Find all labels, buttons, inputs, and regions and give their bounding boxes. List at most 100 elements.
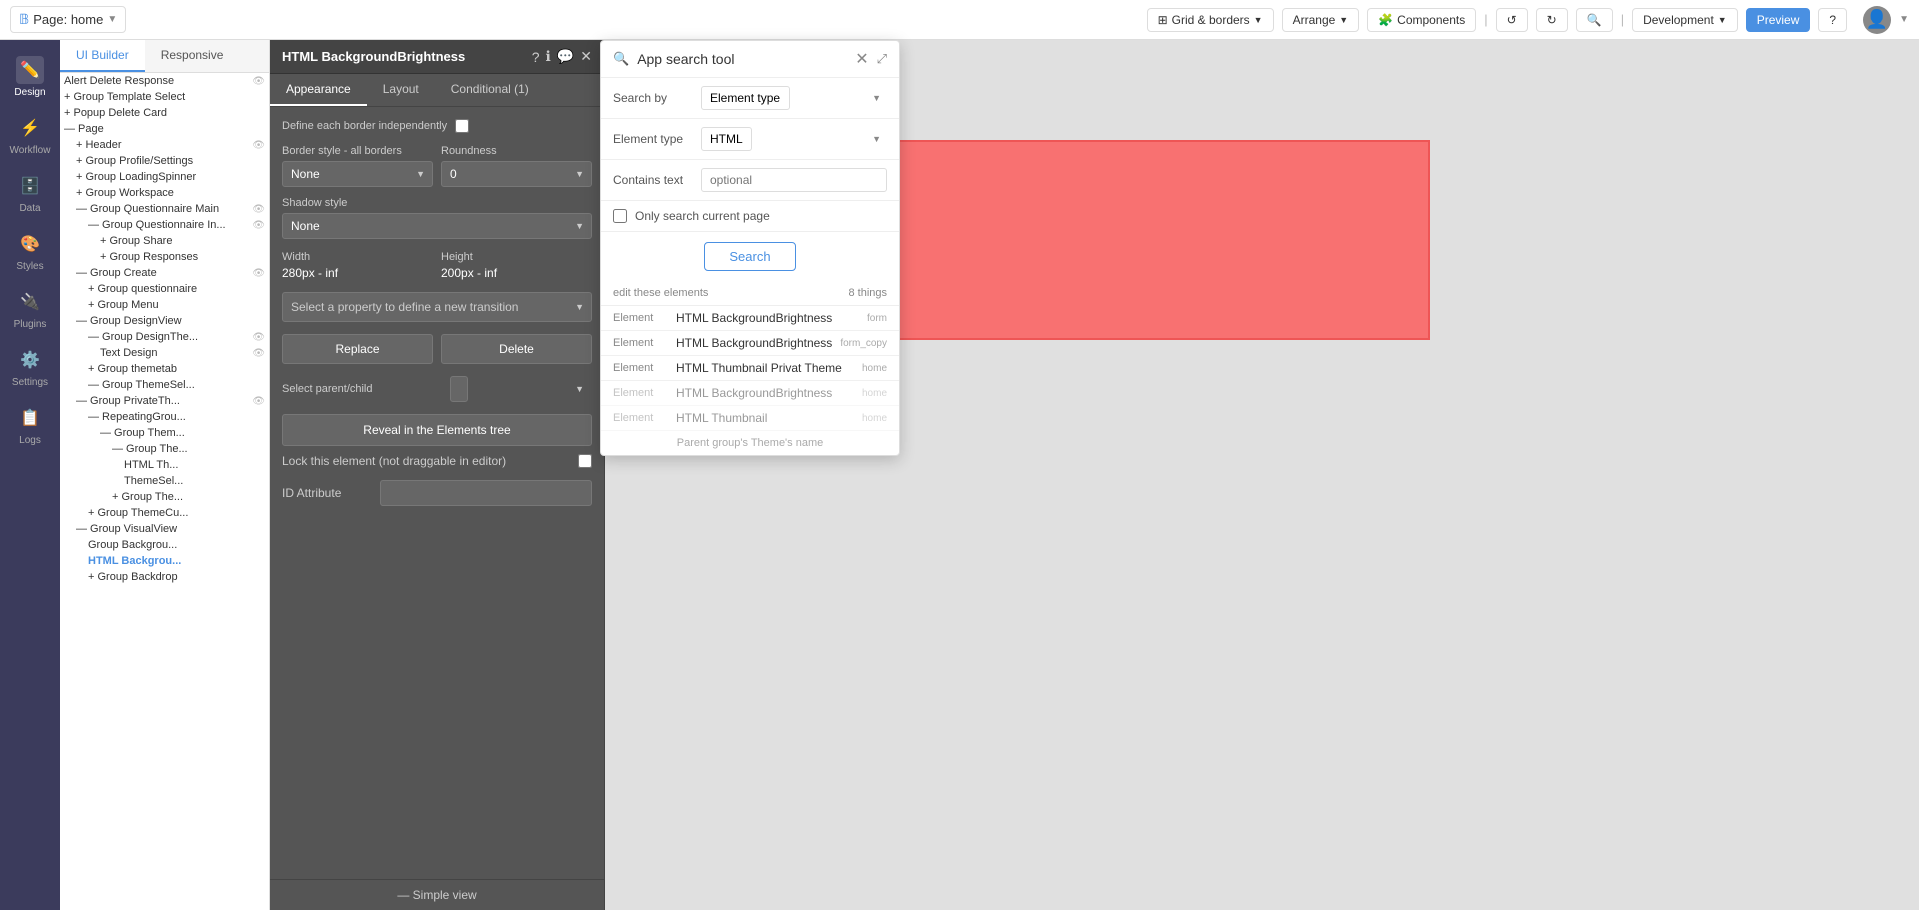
- visibility-icon[interactable]: 👁: [252, 332, 265, 343]
- tree-item[interactable]: — Group PrivateTh...👁: [60, 393, 269, 409]
- sidebar-item-settings[interactable]: ⚙️ Settings: [0, 338, 60, 396]
- avatar[interactable]: 👤: [1863, 6, 1891, 34]
- search-result-row[interactable]: ElementHTML BackgroundBrightnessform_cop…: [601, 331, 899, 356]
- search-execute-button[interactable]: Search: [704, 242, 795, 271]
- search-by-select[interactable]: Element type: [701, 86, 790, 110]
- transition-select[interactable]: Select a property to define a new transi…: [282, 292, 592, 322]
- tree-item[interactable]: — Group The...: [60, 441, 269, 457]
- info-icon[interactable]: ℹ: [546, 48, 551, 65]
- tree-item[interactable]: + Group Share: [60, 233, 269, 249]
- shadow-select[interactable]: None: [282, 213, 592, 239]
- tab-layout[interactable]: Layout: [367, 74, 435, 106]
- tree-item[interactable]: + Group The...: [60, 489, 269, 505]
- grid-borders-button[interactable]: ⊞ Grid & borders ▼: [1147, 8, 1274, 32]
- tree-item[interactable]: + Group Template Select: [60, 89, 269, 105]
- lock-checkbox[interactable]: [578, 454, 592, 468]
- tab-appearance[interactable]: Appearance: [270, 74, 367, 106]
- page-selector[interactable]: 𝔹 Page: home ▼: [10, 6, 126, 33]
- tree-item[interactable]: — Group Questionnaire In...👁: [60, 217, 269, 233]
- arrange-button[interactable]: Arrange ▼: [1282, 8, 1360, 32]
- search-result-row[interactable]: ElementHTML Thumbnailhome: [601, 406, 899, 431]
- tree-item[interactable]: + Group Menu: [60, 297, 269, 313]
- tree-item[interactable]: + Group ThemeCu...: [60, 505, 269, 521]
- tree-item[interactable]: + Group Responses: [60, 249, 269, 265]
- sidebar-item-plugins[interactable]: 🔌 Plugins: [0, 280, 60, 338]
- sidebar-item-data[interactable]: 🗄️ Data: [0, 164, 60, 222]
- element-type-select[interactable]: HTML: [701, 127, 752, 151]
- search-result-row[interactable]: ElementHTML Thumbnail Privat Themehome: [601, 356, 899, 381]
- border-style-label: Border style - all borders: [282, 145, 433, 157]
- visibility-icon[interactable]: 👁: [252, 268, 265, 279]
- tree-item[interactable]: — Group ThemeSel...: [60, 377, 269, 393]
- tree-item-label: + Group Template Select: [64, 91, 185, 103]
- tree-item[interactable]: — Group DesignView: [60, 313, 269, 329]
- preview-button[interactable]: Preview: [1746, 8, 1811, 32]
- tree-item[interactable]: — Group Create👁: [60, 265, 269, 281]
- visibility-icon[interactable]: 👁: [252, 76, 265, 87]
- tree-item[interactable]: Group Backgrou...: [60, 537, 269, 553]
- replace-button[interactable]: Replace: [282, 334, 433, 364]
- visibility-icon[interactable]: 👁: [252, 396, 265, 407]
- roundness-select[interactable]: 0: [441, 161, 592, 187]
- tree-item[interactable]: — RepeatingGrou...: [60, 409, 269, 425]
- chevron-down-icon: ▼: [1899, 14, 1909, 25]
- tree-item[interactable]: — Group Questionnaire Main 👁: [60, 201, 269, 217]
- tree-item[interactable]: ThemeSel...: [60, 473, 269, 489]
- sidebar-item-styles[interactable]: 🎨 Styles: [0, 222, 60, 280]
- search-modal-close-button[interactable]: ✕: [855, 49, 868, 69]
- parent-child-select[interactable]: [450, 376, 468, 402]
- visibility-icon[interactable]: 👁: [252, 204, 265, 215]
- visibility-icon[interactable]: 👁: [252, 220, 265, 231]
- tab-ui-builder[interactable]: UI Builder: [60, 40, 145, 72]
- only-current-page-checkbox[interactable]: [613, 209, 627, 223]
- tab-conditional[interactable]: Conditional (1): [435, 74, 545, 106]
- tree-item[interactable]: + Group themetab: [60, 361, 269, 377]
- define-border-checkbox[interactable]: [455, 119, 469, 133]
- visibility-icon[interactable]: 👁: [252, 348, 265, 359]
- redo-button[interactable]: ↻: [1536, 8, 1568, 32]
- search-result-row[interactable]: ElementHTML BackgroundBrightnesshome: [601, 381, 899, 406]
- tree-item[interactable]: HTML Th...: [60, 457, 269, 473]
- delete-button[interactable]: Delete: [441, 334, 592, 364]
- reveal-button[interactable]: Reveal in the Elements tree: [282, 414, 592, 446]
- development-button[interactable]: Development ▼: [1632, 8, 1738, 32]
- tree-item[interactable]: HTML Backgrou...: [60, 553, 269, 569]
- tree-item[interactable]: + Group questionnaire: [60, 281, 269, 297]
- tree-item[interactable]: Alert Delete Response👁: [60, 73, 269, 89]
- components-button[interactable]: 🧩 Components: [1367, 8, 1476, 32]
- sidebar-item-workflow[interactable]: ⚡ Workflow: [0, 106, 60, 164]
- tree-item[interactable]: + Group Backdrop: [60, 569, 269, 585]
- prop-title: HTML BackgroundBrightness: [282, 49, 524, 64]
- id-attribute-input[interactable]: [380, 480, 592, 506]
- tree-item[interactable]: — Group VisualView: [60, 521, 269, 537]
- tree-item-label: — Group Questionnaire Main: [76, 203, 219, 215]
- html-background-brightness-element[interactable]: [870, 140, 1430, 340]
- search-result-row[interactable]: ElementHTML BackgroundBrightnessform: [601, 306, 899, 331]
- border-style-select[interactable]: None: [282, 161, 433, 187]
- tree-item[interactable]: + Group Profile/Settings: [60, 153, 269, 169]
- tree-item[interactable]: — Page: [60, 121, 269, 137]
- sidebar-item-logs[interactable]: 📋 Logs: [0, 396, 60, 454]
- sidebar-item-design[interactable]: ✏️ Design: [0, 48, 60, 106]
- tree-item[interactable]: Text Design👁: [60, 345, 269, 361]
- simple-view-button[interactable]: — Simple view: [270, 879, 604, 910]
- tree-item[interactable]: + Popup Delete Card: [60, 105, 269, 121]
- expand-icon[interactable]: ⤢: [877, 51, 887, 67]
- search-button[interactable]: 🔍: [1576, 8, 1613, 32]
- tree-item[interactable]: — Group DesignThe...👁: [60, 329, 269, 345]
- visibility-icon[interactable]: 👁: [252, 140, 265, 151]
- define-border-row: Define each border independently: [282, 119, 592, 133]
- close-icon[interactable]: ✕: [580, 48, 592, 65]
- tree-item[interactable]: + Group Workspace: [60, 185, 269, 201]
- tree-item[interactable]: — Group Them...: [60, 425, 269, 441]
- tree-item[interactable]: + Header👁: [60, 137, 269, 153]
- contains-text-input[interactable]: [701, 168, 887, 192]
- help-button[interactable]: ?: [1818, 8, 1847, 32]
- tree-item-label: + Group The...: [112, 491, 183, 503]
- tree-item[interactable]: + Group LoadingSpinner: [60, 169, 269, 185]
- question-icon[interactable]: ?: [532, 49, 540, 65]
- undo-button[interactable]: ↺: [1496, 8, 1528, 32]
- chat-icon[interactable]: 💬: [557, 48, 574, 65]
- tab-responsive[interactable]: Responsive: [145, 40, 240, 72]
- element-type-select-wrap: HTML: [701, 127, 887, 151]
